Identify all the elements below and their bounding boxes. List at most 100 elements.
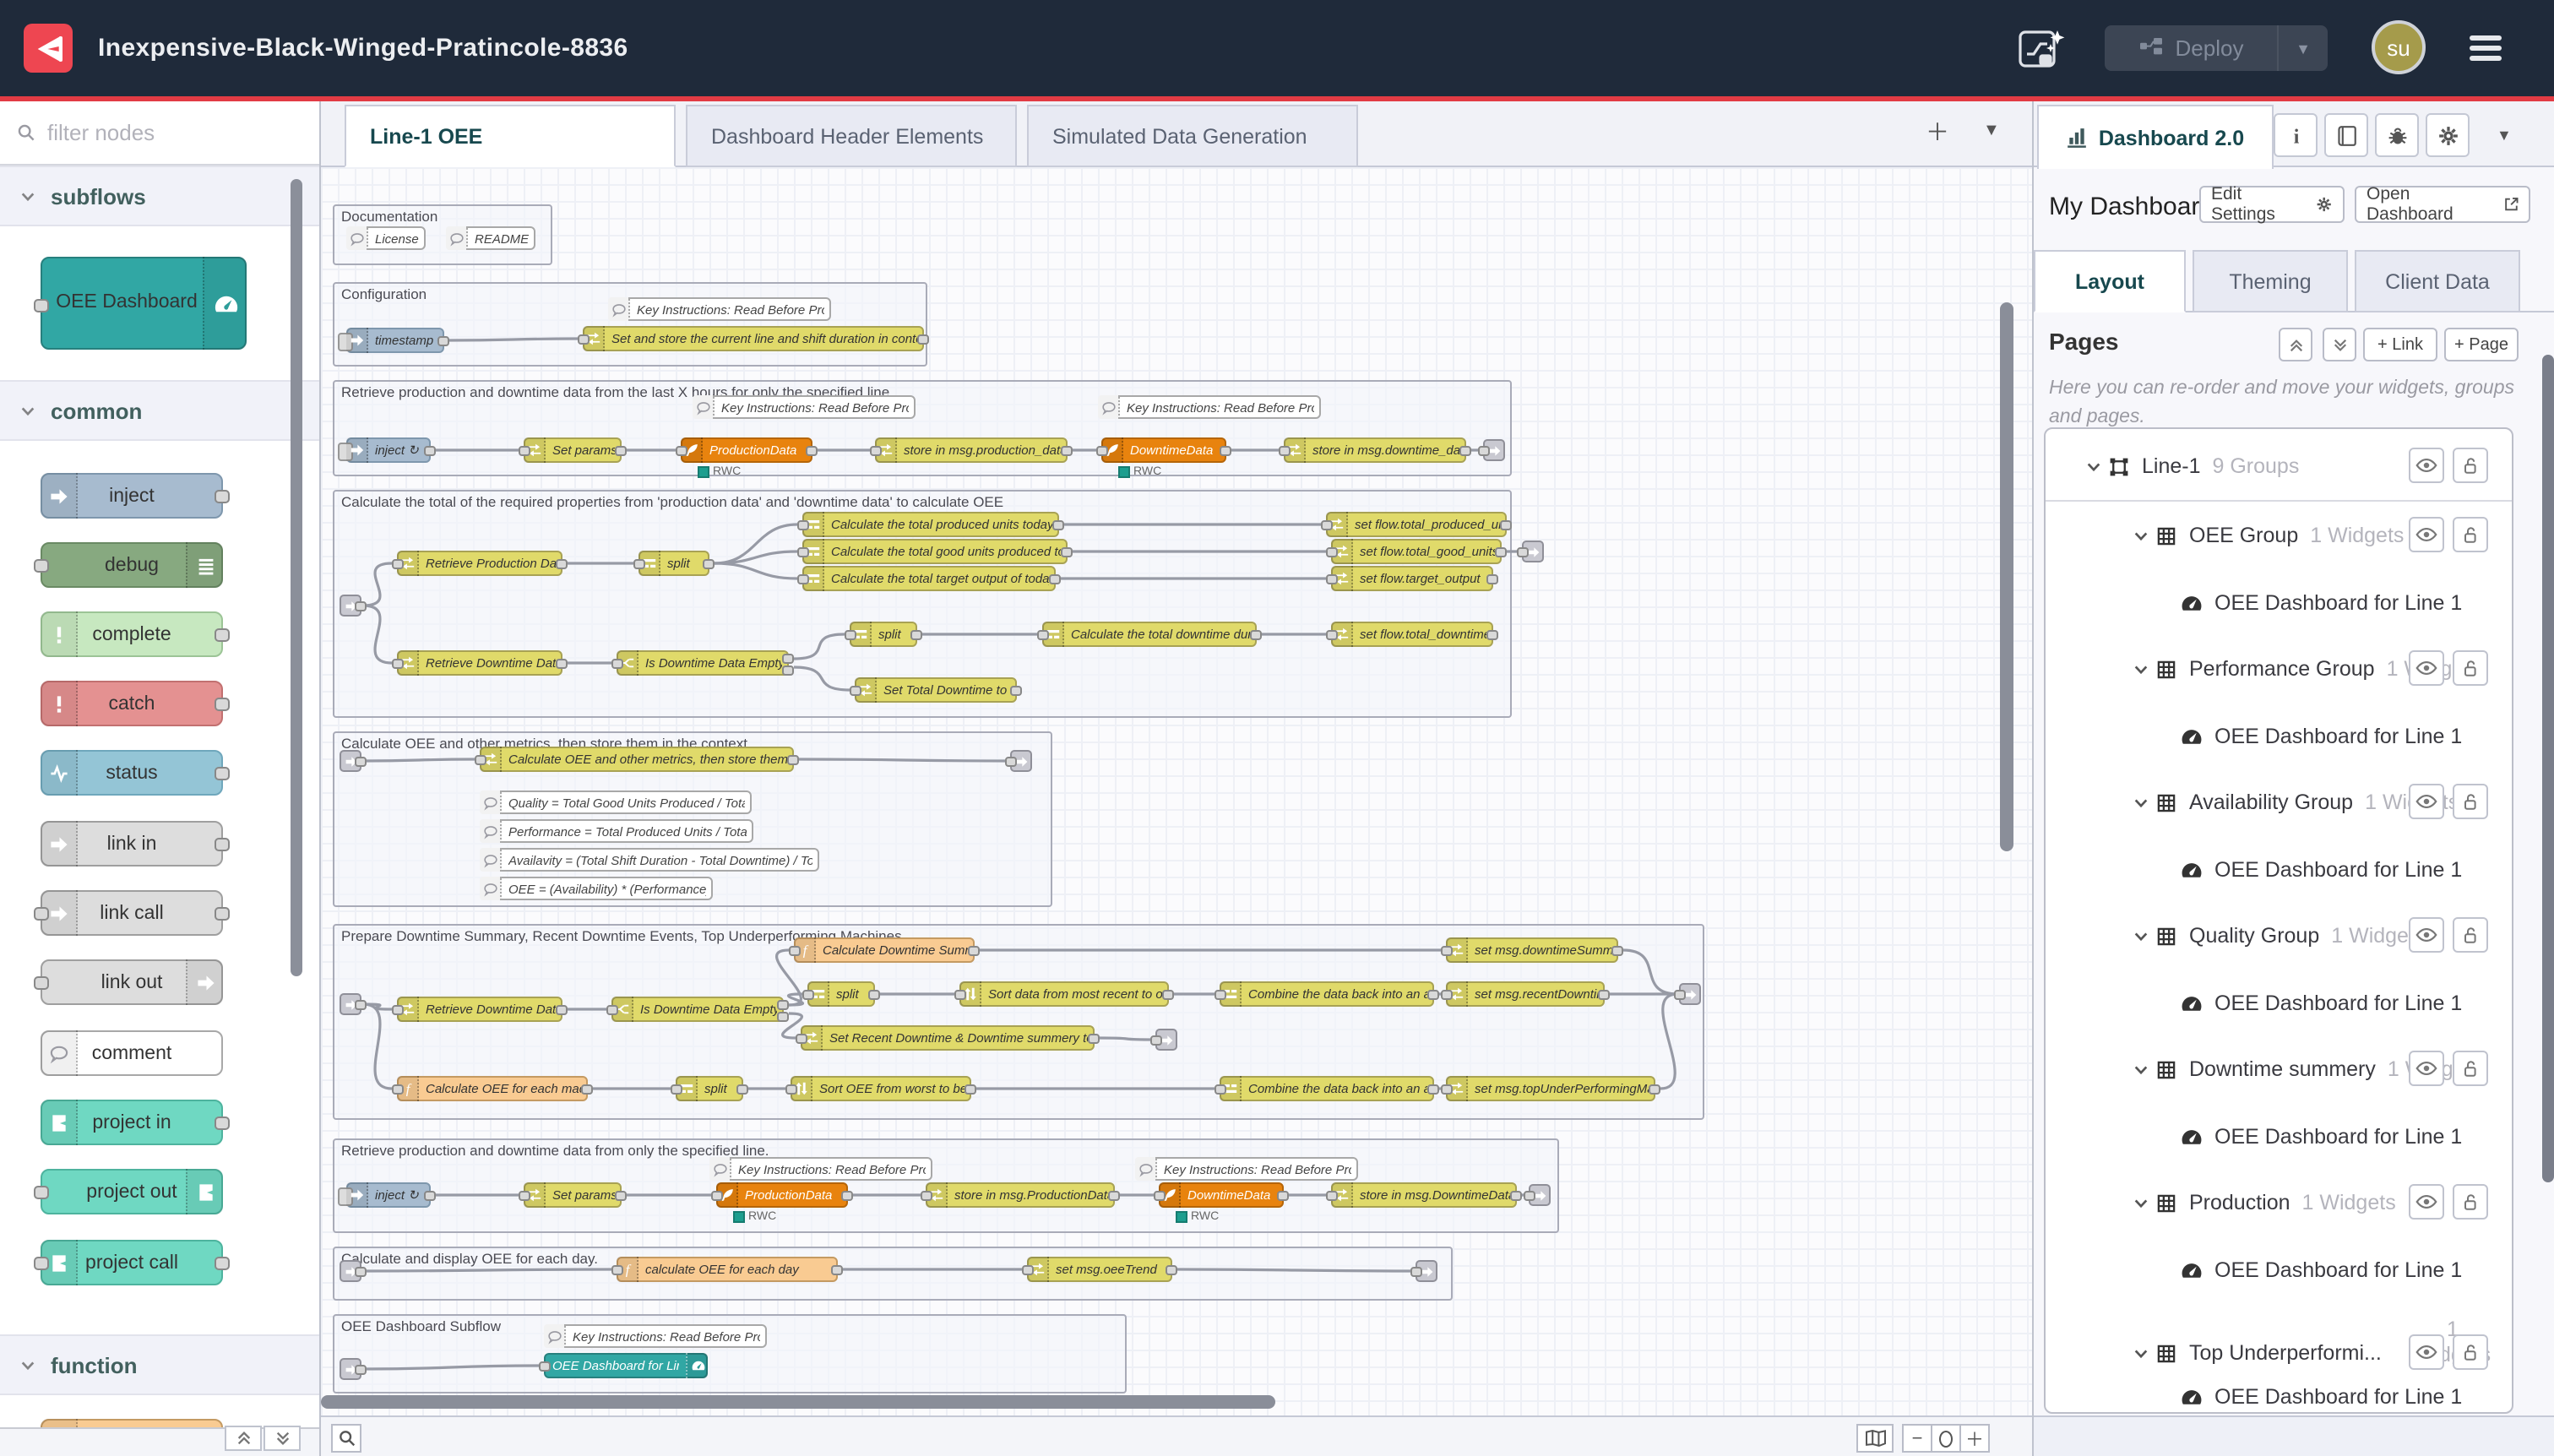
flow-node-n_sp5b[interactable]: split	[676, 1076, 743, 1101]
help-tab-button[interactable]	[2324, 113, 2368, 157]
visibility-toggle-button[interactable]	[2409, 1051, 2444, 1086]
sidebar-scrollbar[interactable]	[2542, 355, 2554, 1182]
flow-node-n_st6a[interactable]: store in msg.ProductionData	[926, 1182, 1115, 1208]
main-menu-icon[interactable]	[2470, 35, 2502, 61]
user-avatar[interactable]: su	[2372, 20, 2426, 74]
debug-tab-button[interactable]	[2375, 113, 2419, 157]
lock-toggle-button[interactable]	[2453, 784, 2488, 819]
expand-all-categories-button[interactable]	[264, 1426, 301, 1451]
ai-assistant-icon[interactable]	[2017, 27, 2068, 71]
tab-dashboard-2[interactable]: Dashboard 2.0	[2037, 105, 2274, 169]
flow-node-c3[interactable]: Quality = Total Good Units Produced / To…	[480, 790, 752, 814]
palette-scrollbar[interactable]	[291, 179, 302, 976]
flow-node-n_inj6[interactable]: inject ↻	[346, 1182, 431, 1208]
flow-node-n_sp3[interactable]: split	[638, 551, 709, 576]
sidebar-tab-theming[interactable]: Theming	[2193, 250, 2348, 312]
flow-node-c7[interactable]: Key Instructions: Read Before Proceeding	[709, 1157, 932, 1181]
flow-list-dropdown[interactable]: ▼	[1983, 120, 2000, 144]
palette-node-link-call[interactable]: link call	[41, 890, 223, 936]
flow-node-n_s4[interactable]: set flow.total_downtime	[1331, 622, 1493, 647]
visibility-toggle-button[interactable]	[2409, 784, 2444, 819]
flow-node-n_sortO[interactable]: Sort OEE from worst to best	[791, 1076, 971, 1101]
visibility-toggle-button[interactable]	[2409, 448, 2444, 483]
collapse-all-categories-button[interactable]	[225, 1426, 262, 1451]
flow-node-n_cod[interactable]: fcalculate OEE for each day	[617, 1257, 838, 1282]
minimap-button[interactable]	[1856, 1424, 1894, 1453]
palette-node-status[interactable]: status	[41, 750, 223, 796]
expand-all-button[interactable]	[2323, 328, 2356, 361]
flow-node-c2[interactable]: Key Instructions: Read Before Proceeding	[1098, 395, 1321, 419]
chevron-down-icon[interactable]	[2133, 795, 2149, 810]
flow-node-c4[interactable]: Performance = Total Produced Units / Tot…	[480, 819, 753, 843]
flow-canvas[interactable]: DocumentationConfigurationRetrieve produ…	[321, 167, 2032, 1415]
flow-node-c_read[interactable]: README	[446, 226, 535, 250]
flow-node-c_lic[interactable]: License	[346, 226, 426, 250]
flow-node-n_ts[interactable]: timestamp ¹	[346, 328, 444, 353]
flow-node-link-in[interactable]	[340, 1358, 361, 1380]
flow-node-link-out[interactable]	[1679, 983, 1701, 1005]
canvas-search-button[interactable]	[331, 1424, 361, 1453]
palette-category-function[interactable]: function	[0, 1334, 321, 1395]
zoom-out-button[interactable]: −	[1902, 1424, 1932, 1453]
flow-node-n_sot[interactable]: set msg.oeeTrend	[1027, 1257, 1172, 1282]
lock-toggle-button[interactable]	[2453, 650, 2488, 686]
palette-node-OEE-Dashboard[interactable]: OEE Dashboard	[41, 257, 247, 350]
chevron-down-icon[interactable]	[2133, 661, 2149, 676]
flow-node-n_dd6[interactable]: DowntimeData	[1159, 1182, 1284, 1208]
flow-node-n_s2[interactable]: set flow.total_good_units	[1331, 539, 1502, 564]
info-tab-button[interactable]: i	[2274, 113, 2318, 157]
tree-widget-row[interactable]: OEE Dashboard for Line 1	[2046, 981, 2512, 1025]
chevron-down-icon[interactable]	[2086, 459, 2101, 474]
flow-node-c5[interactable]: Availavity = (Total Shift Duration - Tot…	[480, 848, 819, 872]
tree-widget-row[interactable]: OEE Dashboard for Line 1	[2046, 848, 2512, 892]
palette-node-project-out[interactable]: project out	[41, 1169, 223, 1214]
flow-node-n_comb5a[interactable]: Combine the data back into an array.	[1220, 981, 1434, 1007]
flow-node-link-out[interactable]	[1522, 541, 1544, 562]
flow-node-n_comb5b[interactable]: Combine the data back into an array.	[1220, 1076, 1434, 1101]
sidebar-options-arrow[interactable]: ▼	[2497, 127, 2512, 144]
flow-node-n_cdd[interactable]: Calculate the total downtime duration	[1042, 622, 1257, 647]
flow-node-n_sp5a[interactable]: split	[807, 981, 875, 1007]
flow-node-n_com[interactable]: fCalculate OEE for each machine	[397, 1076, 588, 1101]
palette-node-catch[interactable]: catch	[41, 681, 223, 726]
flow-node-n_rpd[interactable]: Retrieve Production Data	[397, 551, 562, 576]
palette-node-link-in[interactable]: link in	[41, 821, 223, 867]
flow-node-link-in[interactable]	[340, 993, 361, 1015]
flow-node-n_stp[interactable]: set msg.topUnderPerformingMachines	[1446, 1076, 1655, 1101]
flow-node-link-in[interactable]	[340, 595, 361, 617]
add-flow-button[interactable]: ＋	[1926, 120, 1949, 144]
flow-tab-3[interactable]: Simulated Data Generation	[1027, 105, 1358, 167]
lock-toggle-button[interactable]	[2453, 1051, 2488, 1086]
config-nodes-tab-button[interactable]	[2426, 113, 2470, 157]
palette-node-complete[interactable]: complete	[41, 611, 223, 657]
flow-node-n_sw3[interactable]: Is Downtime Data Empty?	[617, 650, 789, 676]
chevron-down-icon[interactable]	[2133, 528, 2149, 543]
tree-widget-row[interactable]: OEE Dashboard for Line 1	[2046, 1375, 2512, 1414]
tree-widget-row[interactable]: OEE Dashboard for Line 1	[2046, 714, 2512, 758]
flow-node-link-out[interactable]	[1010, 750, 1032, 772]
flow-tab-1[interactable]: Line-1 OEE	[345, 105, 676, 167]
zoom-in-button[interactable]: ＋	[1959, 1424, 1990, 1453]
visibility-toggle-button[interactable]	[2409, 917, 2444, 953]
zoom-reset-button[interactable]	[1931, 1424, 1961, 1453]
palette-node-inject[interactable]: inject	[41, 473, 223, 519]
palette-node-comment[interactable]: comment	[41, 1030, 223, 1076]
palette-node-debug[interactable]: debug	[41, 542, 223, 588]
canvas-horizontal-scrollbar[interactable]	[321, 1395, 1275, 1409]
flow-node-n_st6b[interactable]: store in msg.DowntimeData	[1331, 1182, 1517, 1208]
flow-node-link-out[interactable]	[1416, 1260, 1437, 1282]
flow-node-n_sp2[interactable]: Set params	[524, 437, 622, 463]
flow-node-n_rdd5[interactable]: Retrieve Downtime Data	[397, 997, 562, 1022]
add-link-button[interactable]: + Link	[2363, 328, 2437, 361]
sidebar-tab-layout[interactable]: Layout	[2034, 250, 2186, 312]
flow-node-n_pd6[interactable]: ProductionData	[716, 1182, 848, 1208]
visibility-toggle-button[interactable]	[2409, 650, 2444, 686]
edit-settings-button[interactable]: Edit Settings	[2199, 186, 2345, 223]
open-dashboard-button[interactable]: Open Dashboard	[2355, 186, 2530, 223]
flow-node-n_rdd[interactable]: Retrieve Downtime Data	[397, 650, 562, 676]
deploy-options-arrow[interactable]: ▼	[2277, 25, 2328, 71]
flow-node-n_setstore[interactable]: Set and store the current line and shift…	[583, 326, 924, 351]
visibility-toggle-button[interactable]	[2409, 517, 2444, 552]
palette-node-link-out[interactable]: link out	[41, 959, 223, 1005]
visibility-toggle-button[interactable]	[2409, 1334, 2444, 1370]
